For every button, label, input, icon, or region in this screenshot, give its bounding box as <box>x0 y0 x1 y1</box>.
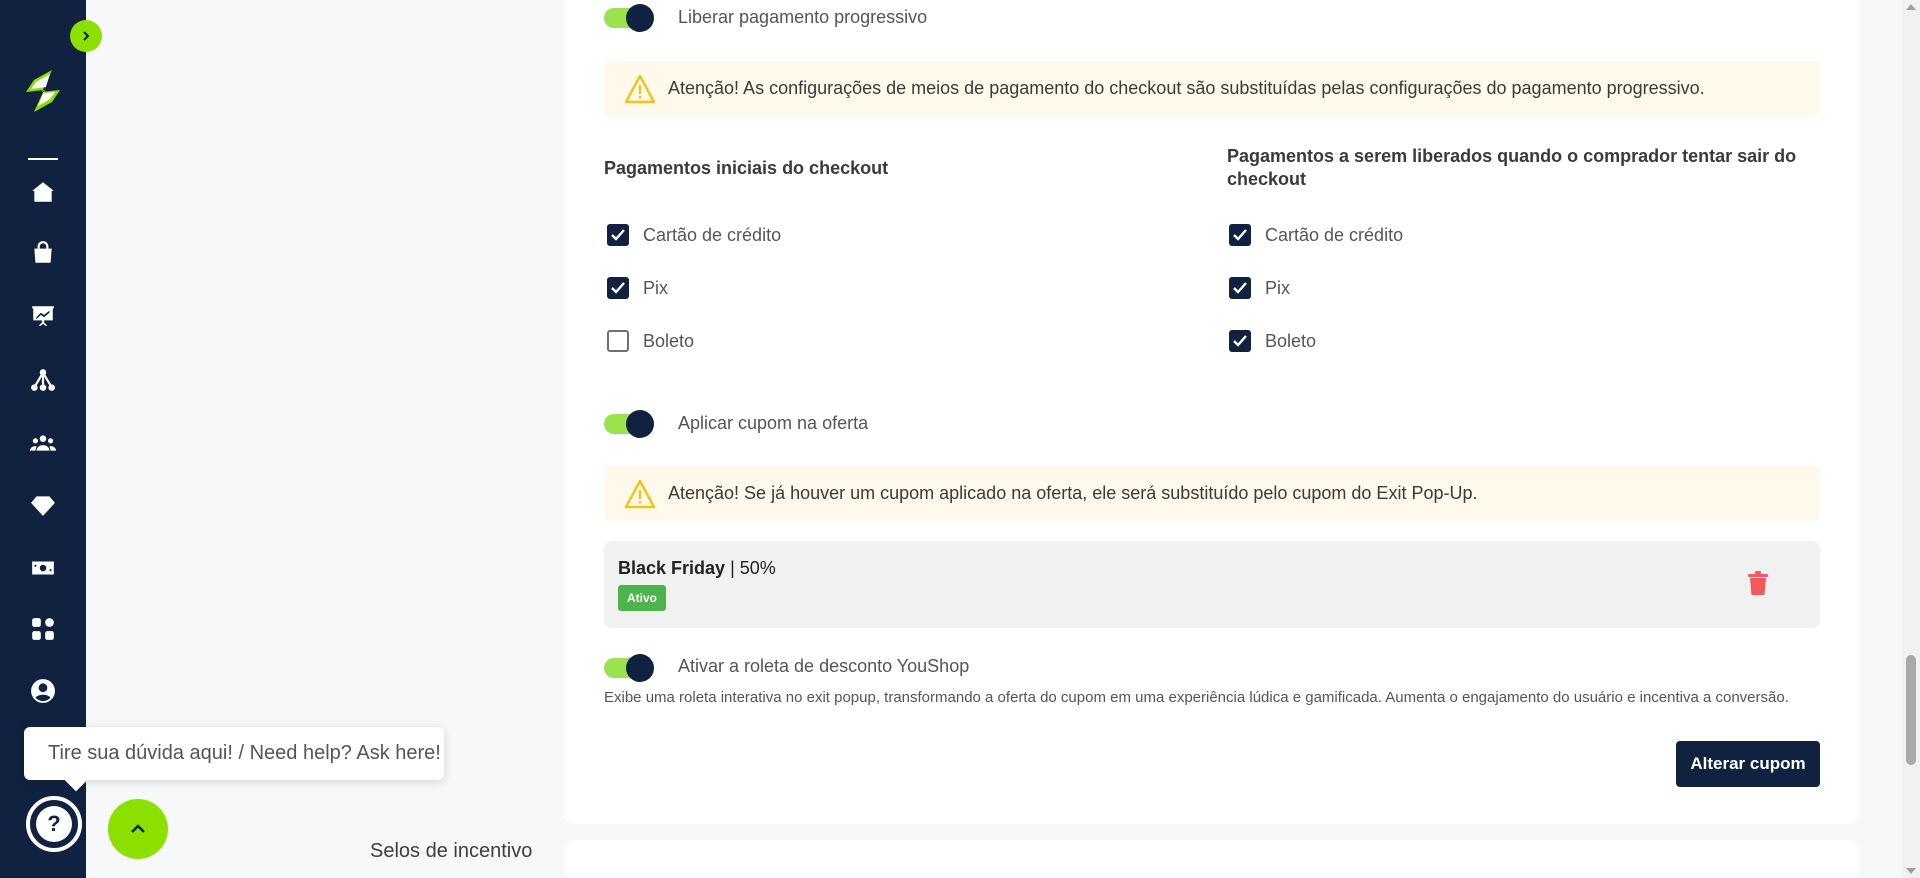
change-coupon-button[interactable]: Alterar cupom <box>1676 741 1820 787</box>
checkbox[interactable] <box>607 277 629 299</box>
coupon-discount: 50% <box>739 558 776 578</box>
checkbox[interactable] <box>607 224 629 246</box>
discount-roulette-label: Ativar a roleta de desconto YouShop <box>678 656 970 676</box>
check-icon <box>1233 229 1247 241</box>
checkbox-label: Boleto <box>643 330 695 351</box>
status-badge: Ativo <box>618 585 666 611</box>
presentation-chart-icon[interactable] <box>27 300 59 332</box>
initial-pix-option[interactable]: Pix <box>607 277 668 299</box>
released-pix-option[interactable]: Pix <box>1229 277 1290 299</box>
warning-icon <box>624 479 656 508</box>
user-circle-icon[interactable] <box>27 675 59 707</box>
check-icon <box>1233 335 1247 347</box>
selos-section-title: Selos de incentivo <box>370 840 533 862</box>
coupon-alert: Atenção! Se já houver um cupom aplicado … <box>604 466 1820 521</box>
progressive-payment-label: Liberar pagamento progressivo <box>678 7 928 27</box>
apply-coupon-toggle[interactable] <box>604 410 654 438</box>
checkbox-label: Pix <box>1265 277 1291 298</box>
progressive-alert: Atenção! As configurações de meios de pa… <box>604 61 1820 116</box>
scrollbar-thumb[interactable] <box>1906 655 1916 765</box>
home-icon[interactable] <box>27 176 59 208</box>
checkbox[interactable] <box>607 330 629 352</box>
released-boleto-option[interactable]: Boleto <box>1229 330 1316 352</box>
page-scrollbar[interactable] <box>1902 0 1920 878</box>
checkbox-label: Boleto <box>1265 330 1317 351</box>
sidebar-expand-button[interactable] <box>70 20 102 52</box>
money-icon[interactable] <box>27 552 59 584</box>
coupon-separator: | <box>725 558 740 578</box>
network-icon[interactable] <box>27 364 59 396</box>
scroll-up-arrow-icon[interactable] <box>1906 4 1916 10</box>
scroll-to-top-button[interactable] <box>108 799 168 859</box>
progressive-alert-text: Atenção! As configurações de meios de pa… <box>668 78 1705 98</box>
discount-roulette-toggle[interactable] <box>604 654 654 682</box>
initial-payments-title: Pagamentos iniciais do checkout <box>604 158 889 178</box>
help-button[interactable]: ? <box>26 796 82 852</box>
diamond-icon[interactable] <box>27 489 59 521</box>
check-icon <box>611 229 625 241</box>
users-icon[interactable] <box>27 427 59 459</box>
released-payments-title: Pagamentos a serem liberados quando o co… <box>1227 146 1797 189</box>
logo[interactable] <box>22 68 64 114</box>
checkbox-label: Cartão de crédito <box>1265 224 1404 245</box>
coupon-alert-text: Atenção! Se já houver um cupom aplicado … <box>668 483 1478 503</box>
checkbox-label: Pix <box>643 277 669 298</box>
chevron-up-icon <box>131 824 145 833</box>
question-icon: ? <box>36 806 72 842</box>
chevron-right-icon <box>83 31 90 41</box>
help-tooltip[interactable]: Tire sua dúvida aqui! / Need help? Ask h… <box>24 727 444 780</box>
discount-roulette-description: Exibe uma roleta interativa no exit popu… <box>604 689 1789 706</box>
initial-credit-card-option[interactable]: Cartão de crédito <box>607 224 781 246</box>
checkbox[interactable] <box>1229 330 1251 352</box>
progressive-payment-toggle[interactable] <box>604 4 654 32</box>
trash-icon[interactable] <box>1748 571 1768 595</box>
released-credit-card-option[interactable]: Cartão de crédito <box>1229 224 1403 246</box>
warning-icon <box>624 74 656 103</box>
check-icon <box>611 282 625 294</box>
coupon-title: Black Friday | 50% <box>618 558 776 579</box>
apply-coupon-label: Aplicar cupom na oferta <box>678 413 869 433</box>
checkbox[interactable] <box>1229 224 1251 246</box>
checkbox[interactable] <box>1229 277 1251 299</box>
sidebar-divider <box>28 158 58 160</box>
apps-grid-icon[interactable] <box>27 613 59 645</box>
initial-boleto-option[interactable]: Boleto <box>607 330 694 352</box>
coupon-name: Black Friday <box>618 558 726 578</box>
selos-card <box>565 840 1859 878</box>
coupon-item: Black Friday | 50% Ativo <box>604 541 1820 628</box>
check-icon <box>1233 282 1247 294</box>
checkbox-label: Cartão de crédito <box>643 224 782 245</box>
scroll-down-arrow-icon[interactable] <box>1906 868 1916 874</box>
shopping-bag-icon[interactable] <box>27 237 59 269</box>
